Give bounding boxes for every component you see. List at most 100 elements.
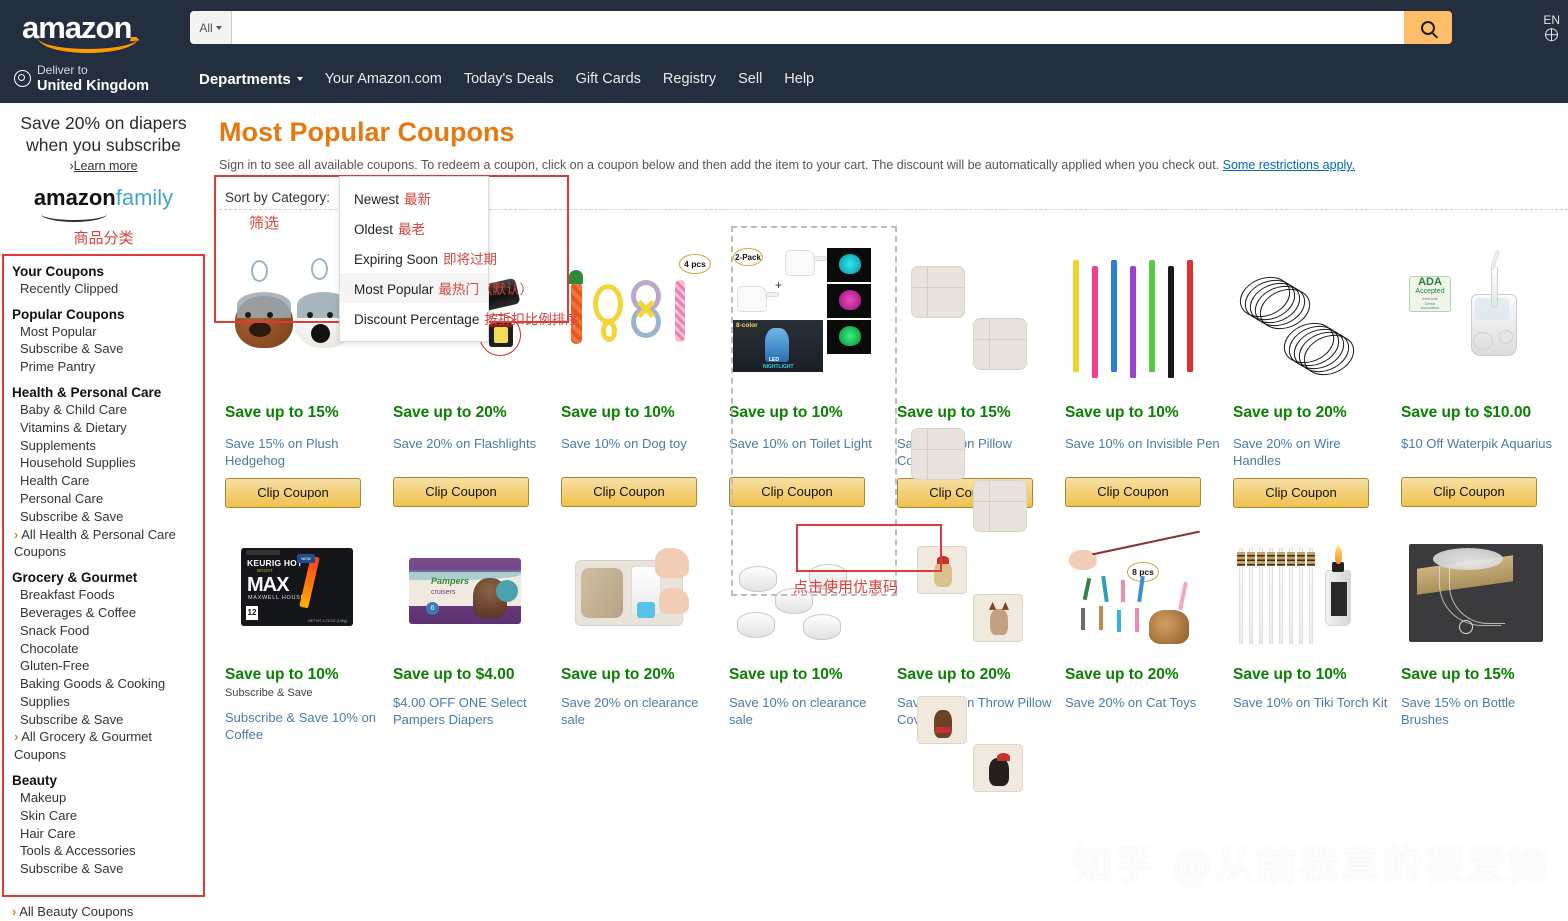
coupon-card[interactable]: Save up to 20% Save 20% on Wire Handles …: [1227, 236, 1395, 508]
coupon-card[interactable]: KEURIG HOT BOOST MAX MAXWELL HOUSE NEW 1…: [219, 530, 387, 752]
clip-annotation-cn: 点击使用优惠码: [793, 579, 899, 596]
coupon-description[interactable]: Save 15% on Bottle Brushes: [1401, 694, 1559, 729]
search-category-dropdown[interactable]: All: [190, 11, 232, 44]
deliver-to-selector[interactable]: Deliver to United Kingdom: [14, 63, 188, 94]
sidebar-item-health-care[interactable]: Health Care: [12, 472, 203, 490]
sort-dropdown-menu[interactable]: Newest 最新 Oldest 最老 Expiring Soon 即将过期 Most…: [339, 176, 579, 342]
coupon-description[interactable]: Save 20% on Cat Toys: [1065, 694, 1223, 728]
chevron-right-icon: ›: [12, 904, 17, 920]
coupon-description[interactable]: Save 20% on clearance sale: [561, 694, 719, 729]
nav-gift-cards[interactable]: Gift Cards: [565, 67, 652, 91]
category-heading-your-coupons: Your Coupons: [12, 263, 104, 279]
sidebar-item-gluten-free[interactable]: Gluten-Free: [12, 657, 203, 675]
coupon-card[interactable]: Save up to 20% Save 20% on Throw Pillow …: [891, 530, 1059, 792]
sort-option-newest[interactable]: Newest 最新: [340, 183, 488, 213]
sidebar-item-snack-food[interactable]: Snack Food: [12, 622, 203, 640]
sidebar-item-subscribe-save-beauty[interactable]: Subscribe & Save: [12, 860, 203, 878]
coupon-save-amount: Save up to 10%: [1233, 665, 1347, 683]
sidebar-all-beauty-coupons[interactable]: › All Beauty Coupons: [10, 903, 207, 921]
sidebar-item-tools-accessories[interactable]: Tools & Accessories: [12, 842, 203, 860]
sidebar-item-baking-goods[interactable]: Baking Goods & Cooking Supplies: [12, 675, 203, 711]
coupon-description[interactable]: Save 10% on Dog toy: [561, 435, 719, 469]
sort-option-expiring-soon[interactable]: Expiring Soon 即将过期: [340, 243, 497, 273]
coupon-card[interactable]: Save up to 10% Save 10% on Tiki Torch Ki…: [1227, 530, 1395, 752]
coupon-save-amount: Save up to 10%: [1065, 404, 1179, 421]
sidebar-all-grocery-coupons[interactable]: › All Grocery & Gourmet Coupons: [12, 728, 203, 764]
search-submit-button[interactable]: [1404, 11, 1452, 44]
coupon-card[interactable]: Pampers cruisers 6 Save up to $4.00 $4.0…: [387, 530, 555, 752]
coupon-card[interactable]: Save up to 20% Save 20% on clearance sal…: [555, 530, 723, 752]
sidebar-item-household-supplies[interactable]: Household Supplies: [12, 454, 203, 472]
coupon-save-amount: Save up to $4.00: [393, 665, 515, 683]
search-input[interactable]: [232, 11, 1404, 44]
torch-collar-shape: [1307, 551, 1315, 566]
sort-option-discount-percentage[interactable]: Discount Percentage 按折扣比例排序: [340, 303, 579, 333]
coupon-save-amount: Save up to 20%: [897, 665, 1011, 683]
nav-todays-deals[interactable]: Today's Deals: [453, 67, 565, 91]
coupon-card-featured[interactable]: 2-Pack + 8-color LED NIGHTLIGHT Save up …: [723, 236, 891, 508]
nav-sell[interactable]: Sell: [727, 67, 773, 91]
category-group: Health & Personal Care Baby & Child Care…: [12, 385, 203, 561]
coupon-description[interactable]: $10 Off Waterpik Aquarius: [1401, 435, 1559, 469]
sort-row: Sort by Category: 筛选 Newest 最新 Oldest 最老 E…: [214, 175, 1568, 342]
nav-help[interactable]: Help: [773, 67, 825, 91]
coupon-card[interactable]: ADA Accepted American Dental Association S…: [1395, 236, 1563, 508]
sidebar-item-makeup[interactable]: Makeup: [12, 789, 203, 807]
coupon-description[interactable]: Save 20% on Wire Handles: [1233, 435, 1391, 470]
clip-coupon-button[interactable]: Clip Coupon: [729, 476, 865, 507]
torch-collar-shape: [1297, 551, 1305, 566]
sidebar-item-subscribe-save-hpc[interactable]: Subscribe & Save: [12, 508, 203, 526]
coupon-card[interactable]: Save up to 15% Save 15% on Pillow Covers…: [891, 236, 1059, 532]
search-bar[interactable]: All: [190, 11, 1452, 44]
sidebar-item-skin-care[interactable]: Skin Care: [12, 807, 203, 825]
promo-learn-more-link[interactable]: ›Learn more: [6, 159, 201, 173]
nav-your-amazon[interactable]: Your Amazon.com: [314, 67, 453, 91]
sidebar-item-baby-child-care[interactable]: Baby & Child Care: [12, 401, 203, 419]
sort-option-expiring-soon-label: Expiring Soon: [354, 252, 439, 267]
nav-registry[interactable]: Registry: [652, 67, 727, 91]
nav-departments[interactable]: Departments: [188, 67, 314, 92]
coupon-card[interactable]: 4 pcs Save up to 10% Save 10% on Dog toy…: [555, 236, 723, 508]
clip-coupon-button[interactable]: Clip Coupon: [1233, 477, 1369, 508]
coupon-description[interactable]: Save 15% on Plush Hedgehog: [225, 435, 383, 470]
sidebar-item-breakfast-foods[interactable]: Breakfast Foods: [12, 586, 203, 604]
coupon-description[interactable]: $4.00 OFF ONE Select Pampers Diapers: [393, 694, 551, 729]
amazon-logo[interactable]: amazon: [22, 12, 162, 53]
coupon-save-amount: Save up to 10%: [561, 404, 675, 421]
coupon-description[interactable]: Save 10% on Tiki Torch Kit: [1233, 694, 1391, 728]
coupon-description[interactable]: Subscribe & Save 10% on Coffee: [225, 709, 383, 744]
coupon-card[interactable]: Save up to 15% Save 15% on Bottle Brushe…: [1395, 530, 1563, 752]
coupon-card[interactable]: Save up to 10% Save 10% on Invisible Pen…: [1059, 236, 1227, 508]
sidebar-item-hair-care[interactable]: Hair Care: [12, 825, 203, 843]
clip-coupon-button[interactable]: Clip Coupon: [225, 477, 361, 508]
sidebar-item-prime-pantry[interactable]: Prime Pantry: [12, 358, 203, 376]
clip-coupon-button[interactable]: Clip Coupon: [1065, 476, 1201, 507]
sidebar-item-vitamins[interactable]: Vitamins & Dietary Supplements: [12, 419, 203, 455]
coupon-description[interactable]: Save 20% on Flashlights: [393, 435, 551, 469]
coupon-description[interactable]: Save 10% on Toilet Light: [729, 435, 887, 469]
sort-option-oldest[interactable]: Oldest 最老: [340, 213, 488, 243]
coupon-description[interactable]: Save 10% on clearance sale: [729, 694, 887, 729]
clip-coupon-button[interactable]: Clip Coupon: [393, 476, 529, 507]
clip-coupon-button[interactable]: Clip Coupon: [1401, 476, 1537, 507]
coupon-save-amount: Save up to 20%: [1233, 404, 1347, 421]
sidebar-all-health-coupons[interactable]: › All Health & Personal Care Coupons: [12, 526, 203, 562]
coupon-description[interactable]: Save 10% on Invisible Pen: [1065, 435, 1223, 469]
coupon-card[interactable]: 8 pcs Save up to 20% Save 20% on Cat Toy…: [1059, 530, 1227, 752]
coupon-card[interactable]: Save up to 10% Save 10% on clearance sal…: [723, 530, 891, 752]
sidebar-item-beverages-coffee[interactable]: Beverages & Coffee: [12, 604, 203, 622]
sidebar-item-chocolate[interactable]: Chocolate: [12, 640, 203, 658]
sort-option-most-popular[interactable]: Most Popular 最热门（默认）: [340, 273, 533, 303]
category-group: Popular Coupons Most Popular Subscribe &…: [12, 307, 203, 376]
sidebar-item-recently-clipped[interactable]: Recently Clipped: [12, 280, 203, 298]
sidebar-item-subscribe-save[interactable]: Subscribe & Save: [12, 340, 203, 358]
restrictions-link[interactable]: Some restrictions apply.: [1223, 158, 1355, 172]
sidebar-promo-banner[interactable]: Save 20% on diapers when you subscribe ›…: [0, 103, 207, 222]
main-content: Most Popular Coupons Sign in to see all …: [207, 103, 1568, 913]
sidebar-item-subscribe-save-grocery[interactable]: Subscribe & Save: [12, 711, 203, 729]
language-selector[interactable]: EN: [1543, 14, 1560, 42]
sidebar-item-most-popular[interactable]: Most Popular: [12, 323, 203, 341]
clip-coupon-button[interactable]: Clip Coupon: [561, 476, 697, 507]
sidebar-item-personal-care[interactable]: Personal Care: [12, 490, 203, 508]
promo-line-1: Save 20% on diapers: [20, 113, 187, 133]
